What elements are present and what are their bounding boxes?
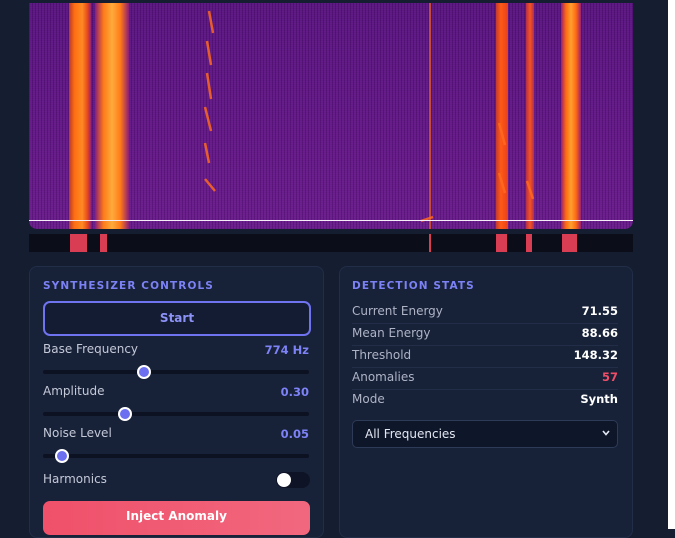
anomaly-marker xyxy=(429,234,431,252)
stat-value: 148.32 xyxy=(573,348,618,362)
spectrogram xyxy=(29,3,633,229)
stat-label: Threshold xyxy=(352,348,412,362)
start-button[interactable]: Start xyxy=(43,301,311,336)
frequency-filter-select[interactable]: All Frequencies xyxy=(352,420,618,448)
anomaly-marker xyxy=(526,234,532,252)
spectrogram-sweep xyxy=(203,10,535,223)
anomaly-marker-track xyxy=(29,234,633,252)
anomaly-marker xyxy=(562,234,577,252)
stat-value: Synth xyxy=(580,392,618,406)
stat-row-mode: Mode Synth xyxy=(352,389,618,411)
stat-label: Anomalies xyxy=(352,370,415,384)
amplitude-label: Amplitude xyxy=(43,384,105,398)
stat-label: Current Energy xyxy=(352,304,443,318)
harmonics-toggle[interactable] xyxy=(276,472,310,488)
amplitude-value: 0.30 xyxy=(280,385,309,399)
inject-anomaly-button[interactable]: Inject Anomaly xyxy=(43,501,310,535)
synth-panel-title: SYNTHESIZER CONTROLS xyxy=(43,280,214,292)
anomaly-marker xyxy=(70,234,87,252)
stat-row-threshold: Threshold 148.32 xyxy=(352,345,618,368)
noise-level-slider[interactable] xyxy=(43,449,309,463)
chevron-down-icon xyxy=(602,430,610,436)
noise-level-slider-thumb[interactable] xyxy=(54,449,69,463)
noise-level-value: 0.05 xyxy=(280,427,309,441)
base-frequency-value: 774 Hz xyxy=(264,343,309,357)
anomaly-marker xyxy=(496,234,507,252)
base-frequency-slider[interactable] xyxy=(43,365,309,379)
stats-panel-title: DETECTION STATS xyxy=(352,280,475,292)
stat-row-anomalies: Anomalies 57 xyxy=(352,367,618,390)
stat-value: 71.55 xyxy=(581,304,618,318)
window-edge xyxy=(668,0,675,529)
base-frequency-label: Base Frequency xyxy=(43,342,139,356)
stat-label: Mode xyxy=(352,392,385,406)
frequency-filter-value: All Frequencies xyxy=(365,427,456,441)
stat-label: Mean Energy xyxy=(352,326,431,340)
noise-level-label: Noise Level xyxy=(43,426,112,440)
stat-row-mean-energy: Mean Energy 88.66 xyxy=(352,323,618,346)
stat-row-current-energy: Current Energy 71.55 xyxy=(352,301,618,324)
stat-value: 88.66 xyxy=(581,326,618,340)
anomaly-marker xyxy=(100,234,107,252)
harmonics-toggle-knob xyxy=(277,473,291,487)
anomaly-count: 57 xyxy=(601,370,618,384)
amplitude-slider[interactable] xyxy=(43,407,309,421)
harmonics-label: Harmonics xyxy=(43,472,107,486)
spectrogram-baseline xyxy=(29,220,633,221)
base-frequency-slider-thumb[interactable] xyxy=(137,365,152,379)
